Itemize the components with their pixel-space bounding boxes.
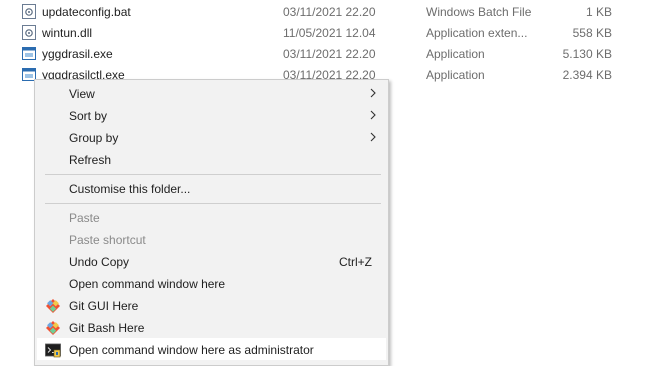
git-icon: [46, 321, 60, 335]
chevron-right-icon: [370, 110, 376, 120]
file-type: Windows Batch File: [426, 5, 532, 19]
file-row[interactable]: yggdrasil.exe 03/11/2021 22.20 Applicati…: [0, 43, 668, 64]
git-icon: [46, 299, 60, 313]
menu-item-label: Customise this folder...: [69, 182, 191, 196]
file-name: yggdrasil.exe: [42, 47, 113, 61]
menu-item-label: Open command window here as administrato…: [69, 343, 314, 357]
menu-separator: [45, 174, 381, 175]
menu-item-label: Refresh: [69, 153, 112, 167]
menu-item-label: Paste shortcut: [69, 233, 146, 247]
file-size: 2.394 KB: [562, 68, 612, 82]
file-size: 5.130 KB: [562, 47, 612, 61]
menu-separator: [45, 203, 381, 204]
menu-item-label: Paste: [69, 211, 100, 225]
file-date: 03/11/2021 22.20: [283, 5, 376, 19]
exe-file-icon: [22, 47, 36, 60]
menu-item-paste-shortcut: Paste shortcut: [37, 228, 386, 250]
file-name: wintun.dll: [42, 26, 93, 40]
chevron-right-icon: [370, 132, 376, 142]
file-type: Application: [426, 68, 485, 82]
chevron-right-icon: [370, 88, 376, 98]
file-type: Application exten...: [426, 26, 528, 40]
file-row[interactable]: updateconfig.bat 03/11/2021 22.20 Window…: [0, 1, 668, 22]
menu-item-git-gui[interactable]: Git GUI Here: [37, 294, 386, 316]
dll-file-icon: [22, 25, 36, 40]
menu-item-view[interactable]: View: [37, 82, 386, 104]
file-size: 1 KB: [585, 5, 612, 19]
file-date: 11/05/2021 12.04: [283, 26, 376, 40]
menu-item-undo-copy[interactable]: Undo Copy Ctrl+Z: [37, 250, 386, 272]
menu-item-label: Undo Copy: [69, 255, 130, 269]
menu-item-customise-folder[interactable]: Customise this folder...: [37, 177, 386, 199]
menu-item-refresh[interactable]: Refresh: [37, 148, 386, 170]
file-row[interactable]: wintun.dll 11/05/2021 12.04 Application …: [0, 22, 668, 43]
menu-item-open-command-window[interactable]: Open command window here: [37, 272, 386, 294]
menu-item-git-bash[interactable]: Git Bash Here: [37, 316, 386, 338]
menu-item-paste: Paste: [37, 206, 386, 228]
file-name: updateconfig.bat: [42, 5, 131, 19]
menu-item-label: Git Bash Here: [69, 321, 145, 335]
context-menu: View Sort by Group by Refresh Customise …: [34, 79, 389, 366]
menu-item-group-by[interactable]: Group by: [37, 126, 386, 148]
menu-item-label: Open command window here: [69, 277, 226, 291]
menu-item-label: Git GUI Here: [69, 299, 139, 313]
menu-item-label: Sort by: [69, 109, 108, 123]
batch-file-icon: [22, 4, 36, 19]
command-prompt-icon: [45, 343, 61, 358]
file-size: 558 KB: [572, 26, 612, 40]
file-date: 03/11/2021 22.20: [283, 47, 376, 61]
menu-item-sort-by[interactable]: Sort by: [37, 104, 386, 126]
menu-item-label: View: [69, 87, 95, 101]
menu-item-label: Group by: [69, 131, 119, 145]
file-type: Application: [426, 47, 485, 61]
menu-item-open-command-window-admin[interactable]: Open command window here as administrato…: [37, 338, 386, 360]
menu-item-shortcut: Ctrl+Z: [339, 255, 372, 269]
